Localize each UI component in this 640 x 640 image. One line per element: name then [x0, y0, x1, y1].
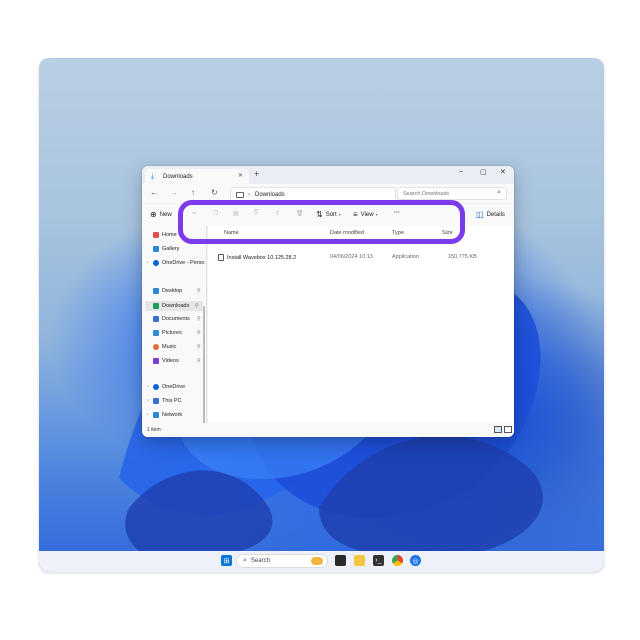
plus-circle-icon: ⊕ — [150, 210, 157, 219]
forward-arrow-icon[interactable]: → — [170, 188, 178, 197]
sidebar-item-label: Pictures — [162, 330, 182, 336]
application-file-icon — [218, 254, 224, 261]
sidebar-item-music[interactable]: Music ⚲ — [147, 344, 201, 350]
close-window-button[interactable]: ✕ — [500, 168, 506, 176]
download-icon: ⤓ — [151, 173, 155, 180]
pin-icon: ⚲ — [197, 316, 201, 322]
back-arrow-icon[interactable]: ← — [150, 188, 158, 197]
details-button[interactable]: ◫ Details — [476, 210, 505, 219]
sidebar-item-label: Gallery — [162, 246, 180, 252]
pin-icon: ⚲ — [197, 358, 201, 364]
breadcrumb-downloads[interactable]: Downloads — [255, 192, 285, 198]
taskbar-search-box[interactable]: ⌕ Search — [236, 554, 328, 568]
search-input[interactable]: Search Downloads ⌕ — [397, 187, 507, 200]
desktop-icon — [153, 288, 159, 294]
new-button[interactable]: ⊕ New — [150, 210, 172, 219]
minimize-button[interactable]: – — [459, 168, 463, 175]
search-icon: ⌕ — [497, 189, 501, 196]
tab-downloads[interactable]: ⤓ Downloads ✕ — [145, 169, 249, 184]
search-icon: ⌕ — [243, 557, 247, 564]
sidebar-item-onedrive[interactable]: › OneDrive — [147, 384, 185, 390]
file-date: 04/06/2024 10:13 — [330, 254, 373, 260]
sidebar-item-this-pc[interactable]: › This PC — [147, 398, 182, 404]
music-icon — [153, 344, 159, 350]
tiles-view-icon[interactable] — [504, 426, 512, 433]
new-button-label: New — [159, 211, 172, 218]
sidebar-item-onedrive-personal[interactable]: › OneDrive - Perso — [147, 260, 205, 266]
file-type: Application — [392, 254, 419, 260]
tab-title: Downloads — [163, 173, 193, 180]
details-view-icon[interactable] — [494, 426, 502, 433]
sidebar-item-label: OneDrive - Perso — [162, 260, 205, 266]
details-pane-icon: ◫ — [476, 210, 484, 219]
sidebar-item-label: Home — [162, 232, 177, 238]
file-list: Name Date modified Type Size Install Wav… — [208, 226, 514, 423]
sidebar-item-label: This PC — [162, 398, 182, 404]
task-view-icon[interactable] — [335, 555, 346, 566]
new-tab-button[interactable]: + — [254, 169, 259, 179]
details-label: Details — [486, 211, 505, 218]
pin-icon: ⚲ — [195, 303, 199, 309]
toolbar-highlight-outline — [178, 200, 465, 244]
chrome-icon[interactable] — [392, 555, 403, 566]
pictures-icon — [153, 330, 159, 336]
sidebar-scrollbar[interactable] — [203, 306, 205, 437]
sidebar-item-desktop[interactable]: Desktop ⚲ — [147, 288, 201, 294]
refresh-icon[interactable]: ↻ — [211, 188, 218, 197]
file-name: Install Wavebox 10.125.28.2 — [227, 254, 297, 261]
status-bar: 1 item — [142, 423, 514, 437]
sidebar-item-downloads[interactable]: Downloads ⚲ — [145, 301, 203, 311]
search-highlight-icon — [311, 557, 323, 565]
navigation-pane: Home Gallery › OneDrive - Perso Desktop … — [142, 226, 207, 437]
maximize-button[interactable]: ▢ — [480, 168, 487, 176]
terminal-icon[interactable]: ›_ — [373, 555, 384, 566]
sidebar-item-label: Videos — [162, 358, 179, 364]
windows-start-icon[interactable]: ⊞ — [221, 555, 232, 566]
download-icon — [153, 303, 159, 309]
sidebar-item-label: OneDrive — [162, 384, 186, 390]
sidebar-item-label: Desktop — [162, 288, 183, 294]
taskbar-search-label: Search — [250, 558, 270, 564]
this-pc-icon — [153, 398, 159, 404]
home-icon — [153, 232, 159, 238]
search-placeholder: Search Downloads — [403, 190, 450, 197]
documents-icon — [153, 316, 159, 322]
pin-icon: ⚲ — [197, 288, 201, 294]
file-size: 150,775 KB — [448, 254, 477, 260]
wavebox-icon[interactable]: ◎ — [410, 555, 421, 566]
sidebar-item-home[interactable]: Home — [147, 232, 177, 238]
network-icon — [153, 412, 159, 418]
sidebar-item-network[interactable]: › Network — [147, 412, 182, 418]
gallery-icon — [153, 246, 159, 252]
videos-icon — [153, 358, 159, 364]
sidebar-item-label: Downloads — [162, 303, 190, 309]
sidebar-item-pictures[interactable]: Pictures ⚲ — [147, 330, 201, 336]
sidebar-item-documents[interactable]: Documents ⚲ — [147, 316, 201, 322]
up-arrow-icon[interactable]: ↑ — [191, 188, 195, 197]
pin-icon: ⚲ — [197, 344, 201, 350]
file-name-cell: Install Wavebox 10.125.28.2 — [218, 254, 296, 261]
title-bar: ⤓ Downloads ✕ + – ▢ ✕ — [142, 166, 514, 184]
sidebar-item-gallery[interactable]: Gallery — [147, 246, 179, 252]
cloud-icon — [153, 260, 159, 266]
close-tab-icon[interactable]: ✕ — [238, 172, 243, 179]
sidebar-item-label: Music — [162, 344, 177, 350]
file-explorer-icon[interactable] — [354, 555, 365, 566]
sidebar-item-label: Documents — [162, 316, 190, 322]
item-count: 1 item — [147, 427, 161, 433]
sidebar-item-label: Network — [162, 412, 183, 418]
pin-icon: ⚲ — [197, 330, 201, 336]
cloud-icon — [153, 384, 159, 390]
this-pc-icon — [236, 191, 244, 198]
sidebar-item-videos[interactable]: Videos ⚲ — [147, 358, 201, 364]
breadcrumb-separator-icon: › — [248, 191, 250, 198]
